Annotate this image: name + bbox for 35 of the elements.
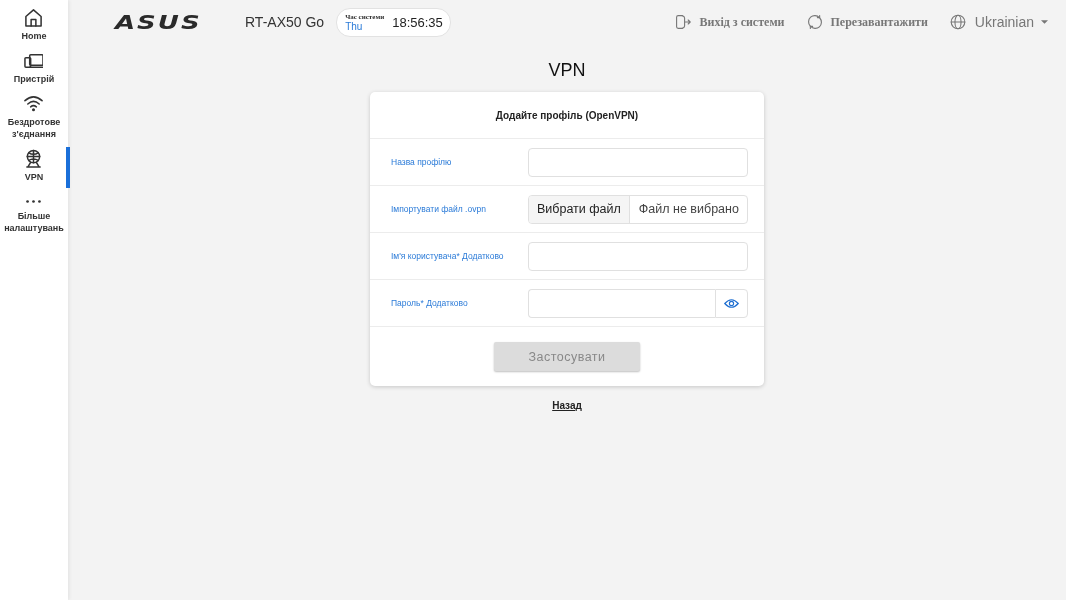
password-field[interactable] <box>528 288 715 318</box>
field-label: Назва профілю <box>391 157 453 167</box>
sidebar-item[interactable]: Home <box>0 6 70 47</box>
caret-icon <box>1041 20 1048 24</box>
input-field[interactable] <box>528 241 748 271</box>
wifi-icon <box>23 94 43 113</box>
eye-icon <box>724 297 739 309</box>
exit-icon <box>675 14 692 30</box>
language-button[interactable]: Ukrainian <box>949 14 1048 30</box>
file-status-text: Файл не вибрано <box>637 201 739 218</box>
brand-logo: ASUS <box>115 12 203 32</box>
home-icon <box>23 8 43 27</box>
field-label: Імпортувати файл .ovpn <box>391 204 487 214</box>
devices-icon <box>23 51 43 70</box>
globe-icon <box>949 14 966 30</box>
sidebar-item[interactable]: Більше налаштувань <box>0 190 70 239</box>
sidebar-item[interactable]: Пристрій <box>0 49 70 90</box>
refresh-icon <box>806 14 823 30</box>
more-icon <box>24 198 42 205</box>
choose-file-button[interactable]: Вибрати файл <box>529 195 630 223</box>
form-title: Додайте профіль (OpenVPN) <box>495 109 639 121</box>
globe-stand-icon <box>23 149 43 168</box>
model-name: RT-AX50 Go <box>245 14 325 30</box>
clock-time: 18:56:35 <box>392 14 443 30</box>
sidebar-item[interactable]: Бездротове з'єднання <box>0 92 70 145</box>
field-label: Ім'я користувача* Додатково <box>391 251 505 261</box>
back-link[interactable]: Назад <box>552 400 582 411</box>
restart-button[interactable]: Перезавантажити <box>806 14 928 30</box>
field-label: Пароль* Додатково <box>391 298 469 308</box>
input-field[interactable] <box>528 147 748 177</box>
logout-button[interactable]: Вихід з системи <box>675 14 785 30</box>
page-title: VPN <box>548 60 586 80</box>
weekday-text: Thu <box>345 22 364 32</box>
sidebar-item[interactable]: VPN <box>0 147 70 188</box>
show-password-button[interactable] <box>715 288 748 318</box>
